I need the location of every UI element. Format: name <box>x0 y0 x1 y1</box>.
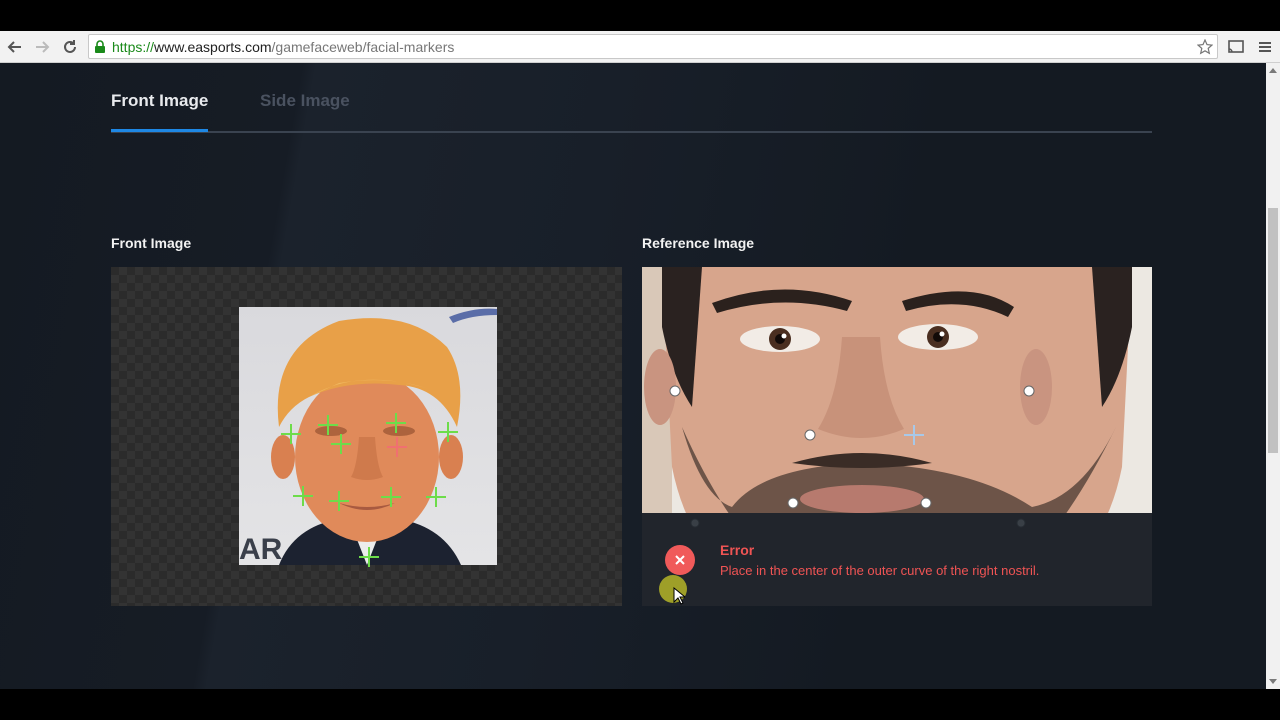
front-markers-layer <box>281 413 458 567</box>
back-icon[interactable] <box>5 37 25 57</box>
reference-point <box>669 385 681 397</box>
marker <box>331 434 351 454</box>
error-message: Place in the center of the outer curve o… <box>720 563 1040 578</box>
url-text: https://www.easports.com/gamefaceweb/fac… <box>112 39 455 55</box>
marker <box>293 486 313 506</box>
active-marker <box>387 437 407 457</box>
marker <box>438 422 458 442</box>
marker <box>318 415 338 435</box>
screen-bottom-bar <box>0 689 1280 720</box>
reference-point <box>804 429 816 441</box>
cast-icon[interactable] <box>1226 37 1246 57</box>
reference-image-label: Reference Image <box>642 235 755 251</box>
marker <box>381 487 401 507</box>
marker <box>426 487 446 507</box>
page-scrollbar[interactable] <box>1266 63 1280 689</box>
reload-icon[interactable] <box>60 37 80 57</box>
tab-front-image[interactable]: Front Image <box>111 91 208 125</box>
error-title: Error <box>720 542 755 558</box>
browser-toolbar: https://www.easports.com/gamefaceweb/fac… <box>0 31 1280 63</box>
page-viewport: Front Image Side Image Front Image Refer… <box>0 63 1266 689</box>
reference-point <box>920 497 932 509</box>
forward-icon[interactable] <box>32 37 52 57</box>
marker <box>281 424 301 444</box>
mouse-cursor-icon <box>673 587 685 605</box>
lock-icon <box>94 40 106 59</box>
reference-point <box>1023 385 1035 397</box>
tab-side-image[interactable]: Side Image <box>260 91 350 125</box>
bookmark-star-icon[interactable] <box>1195 37 1215 57</box>
error-message-bar: Error Place in the center of the outer c… <box>642 513 1152 606</box>
front-image-label: Front Image <box>111 235 192 251</box>
reference-target-marker <box>904 425 924 445</box>
marker <box>329 491 349 511</box>
scroll-thumb[interactable] <box>1268 208 1278 453</box>
close-icon[interactable] <box>665 545 695 575</box>
screen-top-bar <box>0 0 1280 31</box>
marker <box>386 413 406 433</box>
menu-icon[interactable] <box>1255 37 1275 57</box>
address-bar[interactable]: https://www.easports.com/gamefaceweb/fac… <box>88 34 1218 59</box>
marker <box>359 547 379 567</box>
reference-point <box>787 497 799 509</box>
reference-image-canvas: Error Place in the center of the outer c… <box>642 267 1152 606</box>
scroll-down-icon[interactable] <box>1269 679 1277 684</box>
image-tabs: Front Image Side Image <box>111 91 1152 133</box>
scroll-up-icon[interactable] <box>1269 68 1277 73</box>
front-image-canvas[interactable]: AR <box>111 267 622 606</box>
active-tab-indicator <box>111 129 208 132</box>
